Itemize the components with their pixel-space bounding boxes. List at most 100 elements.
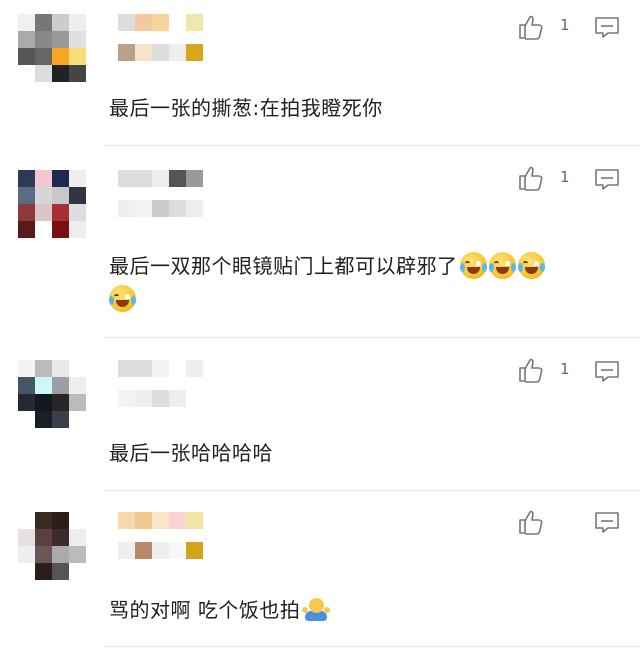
username-mosaic-cell [135, 390, 152, 407]
avatar-mosaic-cell [69, 221, 86, 238]
username-mosaic-cell [169, 512, 186, 529]
avatar-mosaic-cell [18, 48, 35, 65]
avatar-mosaic-cell [35, 31, 52, 48]
avatar-mosaic-cell [69, 512, 86, 529]
thumbs-up-icon[interactable] [517, 508, 545, 536]
username-mosaic-cell [152, 14, 169, 31]
comment-icon[interactable] [594, 511, 620, 535]
avatar-mosaic-cell [52, 377, 69, 394]
avatar[interactable] [18, 170, 104, 240]
comment-text: 骂的对啊 吃个饭也拍 [109, 594, 629, 627]
thumbs-up-icon[interactable] [517, 164, 545, 192]
avatar-mosaic-cell [52, 48, 69, 65]
avatar-mosaic-cell [35, 204, 52, 221]
avatar[interactable] [18, 512, 104, 582]
username[interactable] [118, 512, 278, 578]
username-mosaic-cell [152, 44, 169, 61]
comment-text: 最后一张哈哈哈哈 [109, 437, 629, 470]
avatar-mosaic-cell [52, 31, 69, 48]
username-mosaic-cell [186, 14, 203, 31]
avatar-mosaic-cell [69, 360, 86, 377]
username-mosaic-cell [186, 390, 203, 407]
comment-text: 最后一双那个眼镜贴门上都可以辟邪了 [109, 250, 629, 316]
username-mosaic-cell [118, 14, 135, 31]
avatar-mosaic-cell [35, 394, 52, 411]
avatar-mosaic-cell [52, 170, 69, 187]
avatar-mosaic-cell [52, 14, 69, 31]
divider [104, 145, 640, 146]
avatar-mosaic-cell [18, 529, 35, 546]
thumbs-up-icon[interactable] [517, 356, 545, 384]
username-mosaic-cell [118, 542, 135, 559]
username-mosaic-cell [152, 512, 169, 529]
username-mosaic-cell [118, 200, 135, 217]
avatar-mosaic-cell [35, 187, 52, 204]
username[interactable] [118, 170, 278, 236]
laugh-cry-emoji [459, 252, 487, 279]
comment-text-body: 骂的对啊 吃个饭也拍 [109, 598, 301, 622]
username-mosaic-cell [152, 170, 169, 187]
avatar[interactable] [18, 360, 104, 430]
username-mosaic-cell [118, 512, 135, 529]
username-mosaic-cell [169, 390, 186, 407]
username-mosaic-cell [118, 170, 135, 187]
avatar-mosaic-cell [69, 563, 86, 580]
avatar-mosaic-cell [52, 546, 69, 563]
avatar-mosaic-cell [18, 170, 35, 187]
username-mosaic-cell [135, 44, 152, 61]
avatar-mosaic-cell [35, 48, 52, 65]
username-mosaic-cell [118, 44, 135, 61]
comment-icon[interactable] [594, 168, 620, 192]
avatar-mosaic-cell [69, 529, 86, 546]
avatar[interactable] [18, 14, 104, 84]
avatar-mosaic-cell [52, 563, 69, 580]
username-mosaic-cell [118, 390, 135, 407]
like-count: 1 [560, 168, 570, 186]
avatar-mosaic-cell [69, 394, 86, 411]
avatar-mosaic-cell [69, 377, 86, 394]
avatar-mosaic-cell [52, 394, 69, 411]
username[interactable] [118, 360, 278, 426]
like-count: 1 [560, 16, 570, 34]
username-mosaic-cell [186, 512, 203, 529]
username-mosaic-cell [186, 542, 203, 559]
comment-icon[interactable] [594, 360, 620, 384]
avatar-mosaic-cell [69, 204, 86, 221]
avatar-mosaic-cell [35, 512, 52, 529]
username-mosaic-cell [135, 200, 152, 217]
username-mosaic-cell [169, 170, 186, 187]
laugh-cry-emoji [517, 252, 545, 279]
divider [104, 490, 640, 491]
avatar-mosaic-cell [18, 31, 35, 48]
avatar-mosaic-cell [52, 204, 69, 221]
avatar-mosaic-cell [35, 14, 52, 31]
thumbs-up-icon[interactable] [517, 13, 545, 41]
avatar-mosaic-cell [69, 546, 86, 563]
username[interactable] [118, 14, 278, 80]
avatar-mosaic-cell [18, 394, 35, 411]
username-mosaic-cell [135, 512, 152, 529]
divider [104, 646, 640, 647]
avatar-mosaic-cell [18, 187, 35, 204]
avatar-mosaic-cell [35, 411, 52, 428]
username-mosaic-cell [169, 200, 186, 217]
avatar-mosaic-cell [35, 546, 52, 563]
username-mosaic-cell [169, 44, 186, 61]
avatar-mosaic-cell [69, 14, 86, 31]
avatar-mosaic-cell [18, 546, 35, 563]
avatar-mosaic-cell [52, 360, 69, 377]
avatar-mosaic-cell [52, 187, 69, 204]
username-mosaic-cell [186, 44, 203, 61]
avatar-mosaic-cell [69, 187, 86, 204]
laugh-cry-emoji [488, 252, 516, 279]
avatar-mosaic-cell [35, 170, 52, 187]
avatar-mosaic-cell [52, 512, 69, 529]
username-mosaic-cell [186, 200, 203, 217]
avatar-mosaic-cell [35, 377, 52, 394]
avatar-mosaic-cell [18, 563, 35, 580]
username-mosaic-cell [135, 542, 152, 559]
comment-icon[interactable] [594, 16, 620, 40]
username-mosaic-cell [135, 360, 152, 377]
avatar-mosaic-cell [69, 411, 86, 428]
avatar-mosaic-cell [52, 65, 69, 82]
